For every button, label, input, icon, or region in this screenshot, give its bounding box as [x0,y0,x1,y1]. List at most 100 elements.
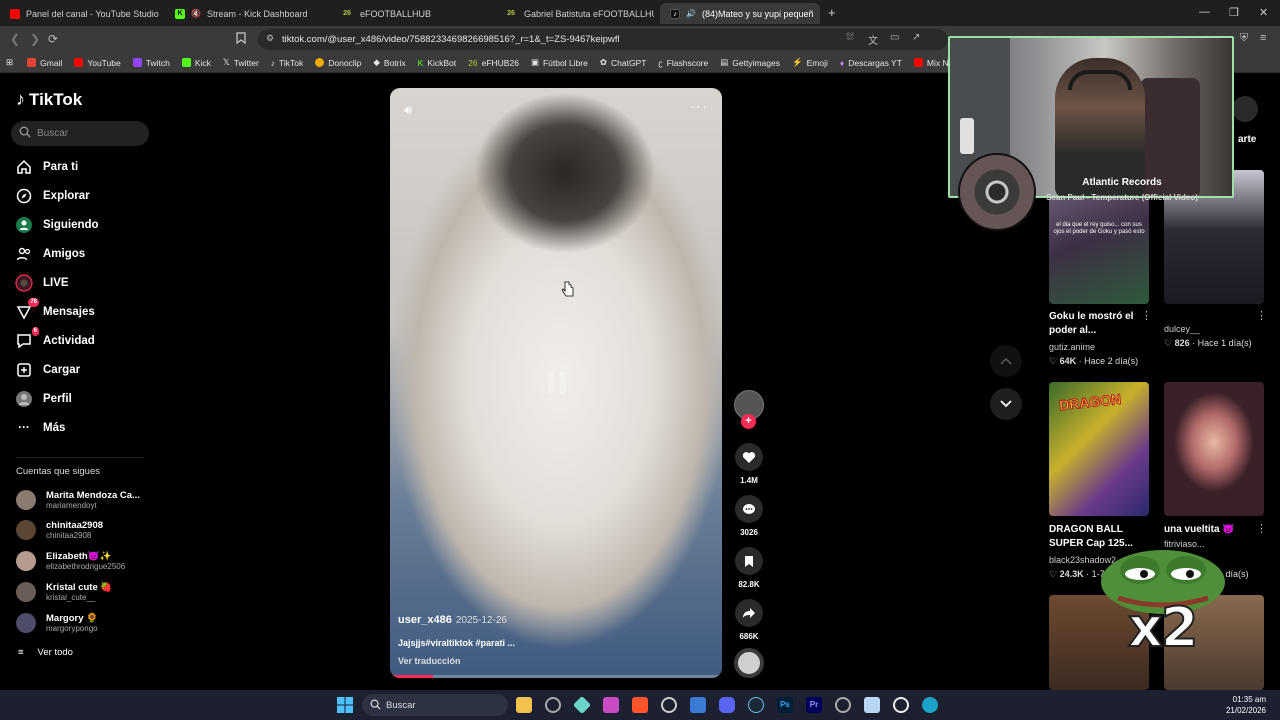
vpn-shield-icon[interactable]: ⛨ [1240,32,1248,45]
minimize-icon[interactable]: — [1199,6,1210,18]
tab-partial[interactable]: arte [1238,134,1256,145]
bookmark-kickbot[interactable]: K KickBot [418,58,457,68]
bookmark-twitch[interactable]: Twitch [132,58,170,68]
nav-explorar[interactable]: Explorar [15,185,90,207]
video-author[interactable]: user_x486 2025-12-26 [398,614,507,626]
bookmark-chatgpt[interactable]: ✿ ChatGPT [600,57,647,68]
tab-batistuta[interactable]: 26 Gabriel Batistuta eFOOTBALLHUB Ju [494,3,654,24]
bookmark-page-icon[interactable] [236,32,246,47]
apps-grid-icon[interactable]: ⊞ [6,57,13,68]
nav-siguiendo[interactable]: Siguiendo [15,214,99,236]
menu-icon[interactable]: ≡ [1260,32,1266,44]
forward-icon[interactable]: ❯ [30,32,40,46]
calculator-icon[interactable] [690,697,706,713]
profile-avatar-button[interactable] [1232,96,1258,122]
share-icon[interactable]: ↗ [912,32,920,43]
bookmark-gettyimages[interactable]: ▤ Gettyimages [720,57,780,68]
nav-mensajes[interactable]: 78 Mensajes [15,298,95,323]
bookmark-efhub26[interactable]: 26 eFHUB26 [468,58,519,68]
video-progress-bar[interactable] [390,675,722,678]
file-explorer-icon[interactable] [516,697,532,713]
follow-plus-button[interactable]: + [741,414,756,429]
music-disc-icon[interactable] [734,648,764,678]
tab-youtube-studio[interactable]: Panel del canal - YouTube Studio [0,3,160,24]
bookmark-emoji[interactable]: ⚡ Emoji [792,57,828,68]
notepad-icon[interactable] [864,697,880,713]
app-icon[interactable] [572,695,592,715]
media-player-icon[interactable] [661,697,677,713]
discord-icon[interactable] [719,697,735,713]
recommendation-author[interactable]: gutiz.anime [1049,342,1095,352]
tab-efootballhub[interactable]: 26 eFOOTBALLHUB [330,3,492,24]
nav-actividad[interactable]: 6 Actividad [15,327,95,352]
bookmark-tiktok[interactable]: ♪ TikTok [271,58,304,68]
tiktok-logo[interactable]: ♪ TikTok [16,89,82,110]
bookmark-futbol-libre[interactable]: ▣ Fútbol Libre [531,57,588,68]
bookmark-gmail[interactable]: Gmail [27,58,62,68]
new-tab-button[interactable]: + [828,5,836,20]
reload-icon[interactable]: ⟳ [48,32,58,46]
bookmark-mix[interactable]: Mix N [913,58,949,68]
nav-live[interactable]: LIVE [15,272,69,294]
volume-icon[interactable]: 🔊︎ [404,102,412,118]
recommendation-title[interactable]: una vueltita 😈 [1164,523,1264,537]
previous-video-button[interactable] [990,345,1022,377]
recommendation-title[interactable]: Goku le mostró el poder al... [1049,310,1149,338]
bookmark-kick[interactable]: Kick [181,58,211,68]
taskbar-search-input[interactable]: Buscar [362,694,508,716]
brave-icon[interactable] [632,697,648,713]
picture-in-picture-icon[interactable]: ▭ [890,32,899,43]
following-account[interactable]: Marita Mendoza Ca... mariamendoyt [16,487,140,513]
chrome-icon[interactable] [545,697,561,713]
x2-sticker-text: x2 [1127,595,1199,660]
app-icon[interactable] [603,697,619,713]
translate-icon[interactable]: 文 [868,32,878,47]
bookmark-flashscore[interactable]: ʗ Flashscore [658,58,708,68]
photoshop-icon[interactable]: Ps [777,697,793,713]
share-button[interactable]: 686K [734,599,764,641]
more-options-icon[interactable]: ⋮ [1256,309,1267,322]
following-account[interactable]: Kristal cute 🍓 kristal_cute__ [16,579,112,605]
windows-start-icon[interactable] [337,697,353,718]
recommendation-author[interactable]: dulcey__ [1164,324,1200,334]
system-clock[interactable]: 01:35 am 21/02/2026 [1226,694,1266,716]
player-icon[interactable] [893,697,909,713]
site-info-icon[interactable]: ⚙ [266,33,274,44]
settings-icon[interactable] [835,697,851,713]
tab-tiktok-active[interactable]: ♪ 🔊 (84)Mateo y su yupi pequeñ ✕ [660,3,820,24]
back-icon[interactable]: ❮ [10,32,20,46]
restore-icon[interactable]: ❐ [1229,6,1239,19]
like-button[interactable]: 1.4M [734,443,764,485]
tab-kick-dashboard[interactable]: K 🔇 Stream - Kick Dashboard [165,3,325,24]
following-account[interactable]: chinitaa2908 chinitaa2908 [16,517,103,543]
following-account[interactable]: Margory 🌻 margorypongo [16,610,98,636]
see-all-button[interactable]: ≡ Ver todo [18,647,73,658]
bookmark-twitter[interactable]: 𝕏 Twitter [223,57,259,68]
bookmark-youtube[interactable]: YouTube [74,58,121,68]
next-video-button[interactable] [990,388,1022,420]
comment-button[interactable]: 3026 [734,495,764,537]
bookmark-donoclip[interactable]: Donoclip [315,58,361,68]
nav-amigos[interactable]: Amigos [15,243,85,265]
edge-icon[interactable] [922,697,938,713]
more-options-icon[interactable]: ⋮ [1141,309,1152,322]
steam-icon[interactable] [748,697,764,713]
nav-para-ti[interactable]: Para ti [15,156,78,178]
url-field[interactable]: ⚙ tiktok.com/@user_x486/video/7588233469… [258,29,948,50]
bookmark-descargas-yt[interactable]: ♦ Descargas YT [840,58,902,68]
following-account[interactable]: Elizabeth😈✨ elizabethrodrigue2506 [16,548,125,574]
more-options-icon[interactable]: ··· [690,98,708,115]
reader-mode-icon[interactable]: ⛆ [846,32,854,43]
nav-perfil[interactable]: Perfil [15,388,72,410]
search-input[interactable]: Buscar [11,121,149,146]
premiere-icon[interactable]: Pr [806,697,822,713]
recommendation-thumbnail[interactable]: DRAGON [1049,382,1149,516]
video-player[interactable]: 🔊︎ ··· user_x486 2025-12-26 Jajsjjs#viral… [390,88,722,678]
nav-cargar[interactable]: Cargar [15,359,80,381]
save-button[interactable]: 82.8K [734,547,764,589]
recommendation-thumbnail[interactable] [1164,382,1264,516]
bookmark-botrix[interactable]: ◆ Botrix [373,57,405,68]
see-translation-link[interactable]: Ver traducción [398,656,461,666]
close-window-icon[interactable]: ✕ [1259,6,1268,19]
nav-mas[interactable]: ··· Más [15,417,65,439]
